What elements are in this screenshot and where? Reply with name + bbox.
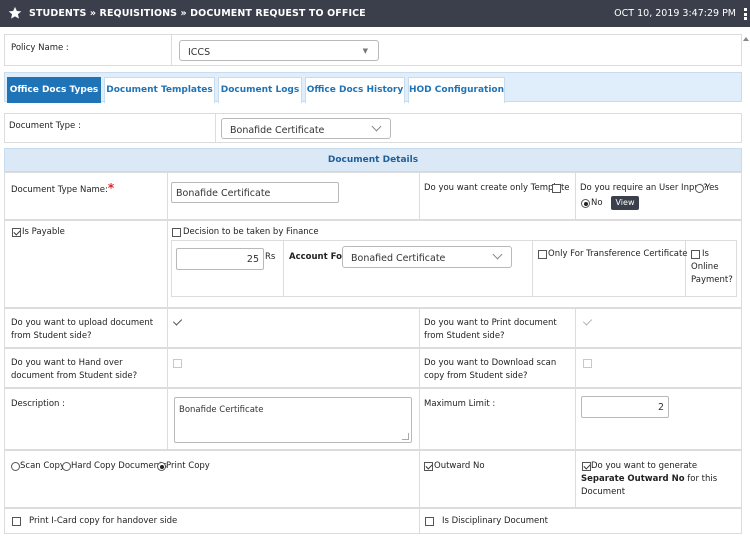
icard-label: Print I-Card copy for handover side bbox=[29, 516, 178, 526]
document-type-name-input[interactable]: Bonafide Certificate bbox=[171, 182, 339, 203]
disciplinary-checkbox[interactable] bbox=[425, 517, 434, 526]
document-type-name-value: Bonafide Certificate bbox=[176, 188, 271, 199]
tab-document-templates[interactable]: Document Templates bbox=[104, 77, 215, 103]
document-type-label: Document Type : bbox=[9, 121, 81, 131]
max-limit-label: Maximum Limit : bbox=[424, 399, 496, 409]
tab-label: Document Templates bbox=[106, 85, 213, 95]
policy-label: Policy Name : bbox=[11, 43, 69, 53]
disciplinary-label: Is Disciplinary Document bbox=[442, 516, 548, 526]
transference-checkbox[interactable] bbox=[538, 250, 547, 259]
tab-label: HOD Configuration bbox=[409, 85, 504, 95]
finance-decision-label: Decision to be taken by Finance bbox=[183, 227, 319, 237]
tab-label: Office Docs History bbox=[306, 85, 404, 95]
handover-checkbox[interactable] bbox=[173, 359, 182, 368]
transference-label: Only For Transference Certificate bbox=[548, 249, 688, 259]
tab-office-docs-types[interactable]: Office Docs Types bbox=[7, 77, 101, 103]
details-row-upload-print: Do you want to upload document from Stud… bbox=[4, 308, 742, 348]
details-row-handover-download: Do you want to Hand over document from S… bbox=[4, 348, 742, 388]
user-input-no-radio[interactable] bbox=[581, 199, 590, 208]
account-for-select[interactable]: Bonafied Certificate bbox=[342, 246, 512, 268]
outward-no-checkbox[interactable] bbox=[424, 462, 433, 471]
print-label: Do you want to Print document from Stude… bbox=[424, 318, 557, 341]
tab-hod-configuration[interactable]: HOD Configuration bbox=[408, 77, 505, 103]
document-type-name-label: Document Type Name:* bbox=[11, 182, 114, 197]
only-template-label: Do you want create only Template bbox=[424, 183, 570, 193]
download-label: Do you want to Download scan copy from S… bbox=[424, 358, 557, 381]
scan-copy-label: Scan Copy bbox=[20, 461, 65, 471]
only-template-checkbox[interactable] bbox=[552, 184, 561, 193]
is-payable-checkbox[interactable] bbox=[12, 228, 21, 237]
resize-handle-icon[interactable] bbox=[402, 433, 409, 440]
details-row-copy-type: Scan Copy Hard Copy Documents Print Copy… bbox=[4, 450, 742, 508]
max-limit-input[interactable]: 2 bbox=[581, 396, 669, 418]
finance-decision-checkbox[interactable] bbox=[172, 228, 181, 237]
tab-bar: Office Docs Types Document Templates Doc… bbox=[4, 72, 742, 103]
icard-checkbox[interactable] bbox=[12, 517, 21, 526]
account-for-label: Account For bbox=[289, 252, 347, 262]
description-textarea[interactable]: Bonafide Certificate bbox=[174, 397, 412, 443]
separate-outward-text-bold: Separate Outward No bbox=[581, 474, 685, 484]
hard-copy-label: Hard Copy Documents bbox=[71, 461, 167, 471]
tab-label: Office Docs Types bbox=[9, 85, 99, 95]
handover-label: Do you want to Hand over document from S… bbox=[11, 358, 138, 381]
user-input-yes-label: Yes bbox=[705, 183, 719, 193]
download-checkbox[interactable] bbox=[583, 359, 592, 368]
details-row-description: Description : Bonafide Certificate Maxim… bbox=[4, 388, 742, 450]
chevron-down-icon bbox=[371, 121, 382, 132]
scroll-up-arrow-icon[interactable] bbox=[743, 37, 749, 41]
datetime: OCT 10, 2019 3:47:29 PM bbox=[614, 8, 736, 19]
amount-input[interactable]: 25 bbox=[176, 248, 264, 270]
description-label: Description : bbox=[11, 399, 65, 409]
hard-copy-radio[interactable] bbox=[62, 462, 71, 471]
description-value: Bonafide Certificate bbox=[179, 405, 264, 415]
amount-value: 25 bbox=[246, 254, 259, 265]
chevron-down-icon: ▼ bbox=[362, 47, 368, 55]
user-input-no-label: No bbox=[591, 198, 603, 208]
breadcrumb: STUDENTS » REQUISITIONS » DOCUMENT REQUE… bbox=[29, 8, 366, 19]
upload-label: Do you want to upload document from Stud… bbox=[11, 318, 154, 341]
document-type-select[interactable]: Bonafide Certificate bbox=[221, 118, 391, 139]
details-row-type-name: Document Type Name:* Bonafide Certificat… bbox=[4, 172, 742, 220]
scan-copy-radio[interactable] bbox=[11, 462, 20, 471]
document-type-name-label-text: Document Type Name: bbox=[11, 185, 108, 195]
upload-checkbox[interactable] bbox=[172, 316, 183, 326]
print-copy-radio[interactable] bbox=[157, 462, 166, 471]
required-mark: * bbox=[107, 181, 115, 195]
payment-box: 25 Rs Account For Bonafied Certificate O… bbox=[171, 240, 737, 297]
view-button[interactable]: View bbox=[611, 196, 639, 210]
policy-select[interactable]: ICCS ▼ bbox=[179, 40, 379, 61]
outward-no-label: Outward No bbox=[434, 461, 485, 471]
print-checkbox[interactable] bbox=[582, 316, 593, 326]
account-for-value: Bonafied Certificate bbox=[351, 253, 446, 264]
top-bar: STUDENTS » REQUISITIONS » DOCUMENT REQUE… bbox=[0, 0, 750, 27]
max-limit-value: 2 bbox=[657, 402, 664, 413]
chevron-down-icon bbox=[492, 249, 503, 260]
document-type-select-value: Bonafide Certificate bbox=[230, 125, 325, 136]
is-payable-label: Is Payable bbox=[22, 227, 65, 237]
user-input-label: Do you require an User Input? bbox=[580, 183, 708, 193]
details-row-payable: Is Payable Decision to be taken by Finan… bbox=[4, 220, 742, 308]
print-copy-label: Print Copy bbox=[166, 461, 210, 471]
separate-outward-text-pre: Do you want to generate bbox=[591, 461, 698, 471]
online-payment-label: Is Online Payment? bbox=[691, 249, 733, 285]
tab-document-logs[interactable]: Document Logs bbox=[218, 77, 302, 103]
star-icon[interactable] bbox=[8, 6, 22, 20]
document-type-row: Document Type : Bonafide Certificate bbox=[4, 113, 742, 143]
user-input-yes-radio[interactable] bbox=[695, 184, 704, 193]
tab-office-docs-history[interactable]: Office Docs History bbox=[305, 77, 405, 103]
tab-label: Document Logs bbox=[220, 85, 300, 95]
details-row-icard: Print I-Card copy for handover side Is D… bbox=[4, 508, 742, 534]
separate-outward-label: Do you want to generate Separate Outward… bbox=[581, 460, 726, 499]
more-menu-icon[interactable] bbox=[744, 8, 748, 22]
policy-select-value: ICCS bbox=[188, 47, 211, 58]
policy-row: Policy Name : ICCS ▼ bbox=[4, 34, 742, 66]
document-details-header: Document Details bbox=[4, 148, 742, 172]
amount-unit: Rs bbox=[265, 252, 276, 262]
